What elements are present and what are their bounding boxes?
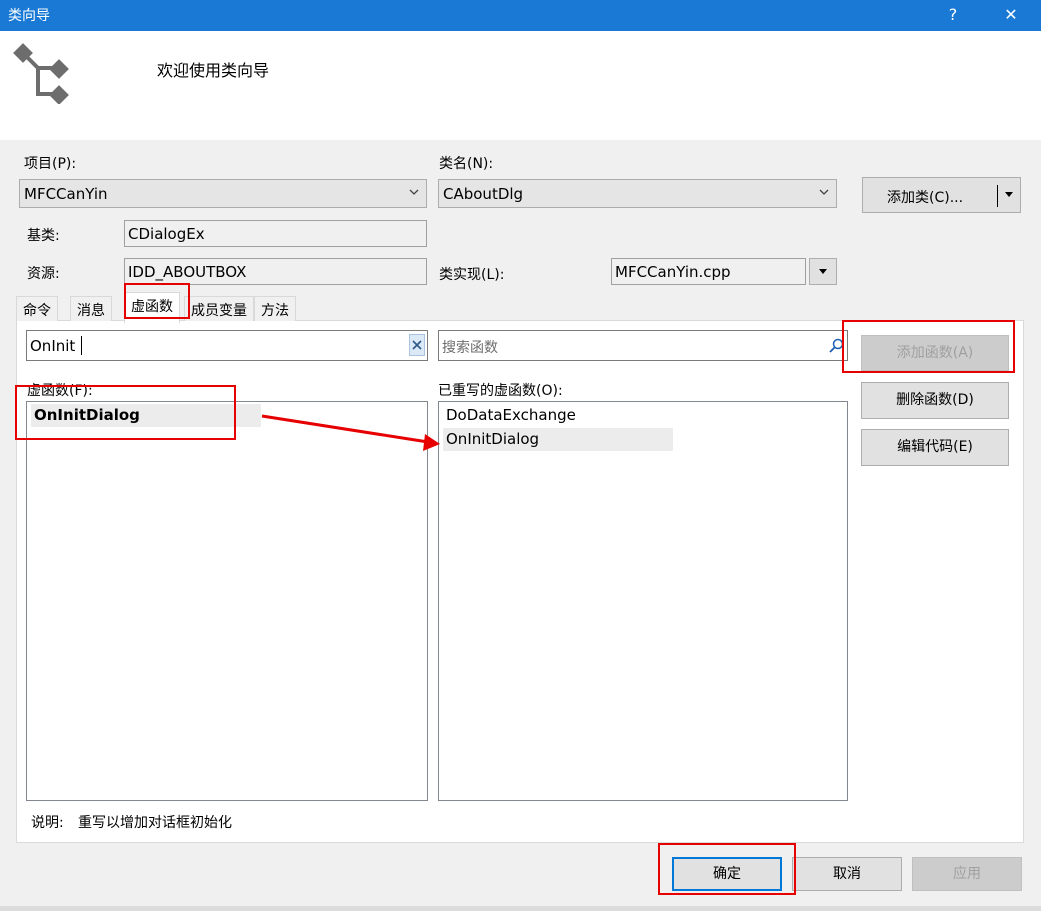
delete-function-button[interactable]: 删除函数(D) (861, 382, 1009, 419)
split-divider (997, 185, 998, 207)
dropdown-arrow-icon[interactable] (1004, 191, 1014, 199)
class-name-combo[interactable]: CAboutDlg (438, 179, 837, 208)
chevron-down-icon (819, 189, 829, 195)
ok-button[interactable]: 确定 (672, 857, 782, 891)
tab-methods[interactable]: 方法 (254, 296, 296, 321)
list-item[interactable]: OnInitDialog (443, 428, 673, 451)
add-class-button[interactable]: 添加类(C)... (862, 177, 1021, 213)
class-name-value: CAboutDlg (443, 185, 524, 203)
resource-value: IDD_ABOUTBOX (128, 263, 247, 281)
virtual-search-input[interactable]: OnInit (26, 330, 428, 361)
tab-messages[interactable]: 消息 (70, 296, 112, 321)
project-label: 项目(P): (24, 156, 77, 172)
class-name-label: 类名(N): (439, 156, 494, 172)
edit-code-button[interactable]: 编辑代码(E) (861, 429, 1009, 466)
overridden-search-input[interactable]: 搜索函数 (438, 330, 848, 361)
virtual-search-value: OnInit (30, 337, 76, 355)
clear-search-button[interactable] (409, 334, 425, 356)
resource-label: 资源: (27, 266, 60, 282)
base-class-field: CDialogEx (124, 220, 427, 247)
resource-field: IDD_ABOUTBOX (124, 258, 427, 285)
class-impl-value: MFCCanYin.cpp (615, 263, 731, 281)
class-impl-label: 类实现(L): (439, 267, 505, 283)
tab-member-variables[interactable]: 成员变量 (184, 296, 254, 321)
bottom-edge (0, 906, 1041, 911)
virtual-functions-list[interactable]: OnInitDialog (26, 401, 428, 801)
base-class-label: 基类: (27, 228, 60, 244)
overridden-functions-label: 已重写的虚函数(O): (438, 383, 563, 399)
class-impl-field: MFCCanYin.cpp (611, 258, 806, 285)
close-button[interactable]: ✕ (988, 0, 1034, 31)
clear-icon (412, 340, 422, 350)
add-function-button[interactable]: 添加函数(A) (861, 335, 1009, 371)
window-title: 类向导 (8, 8, 50, 24)
search-icon[interactable] (827, 337, 845, 355)
help-button[interactable]: ? (930, 0, 976, 31)
tab-commands[interactable]: 命令 (16, 296, 58, 321)
welcome-text: 欢迎使用类向导 (157, 61, 270, 80)
title-bar: 类向导 ? ✕ (0, 0, 1041, 31)
description-text: 重写以增加对话框初始化 (78, 815, 232, 831)
virtual-functions-label: 虚函数(F): (27, 383, 93, 399)
overridden-search-placeholder: 搜索函数 (442, 340, 498, 356)
project-value: MFCCanYin (24, 185, 108, 203)
dropdown-arrow-icon (819, 269, 827, 274)
class-wizard-icon (13, 43, 69, 104)
chevron-down-icon (409, 189, 419, 195)
tab-virtual-functions[interactable]: 虚函数 (124, 292, 180, 323)
text-cursor (81, 336, 82, 355)
cancel-button[interactable]: 取消 (792, 857, 902, 891)
add-class-label: 添加类(C)... (887, 190, 964, 206)
list-item[interactable]: DoDataExchange (443, 404, 673, 427)
description-label: 说明: (31, 815, 64, 831)
base-class-value: CDialogEx (128, 225, 205, 243)
apply-button[interactable]: 应用 (912, 857, 1022, 891)
wizard-header: 欢迎使用类向导 (0, 31, 1041, 140)
overridden-functions-list[interactable]: DoDataExchange OnInitDialog (438, 401, 848, 801)
class-impl-dropdown[interactable] (809, 258, 837, 285)
project-combo[interactable]: MFCCanYin (19, 179, 427, 208)
list-item[interactable]: OnInitDialog (31, 404, 261, 427)
